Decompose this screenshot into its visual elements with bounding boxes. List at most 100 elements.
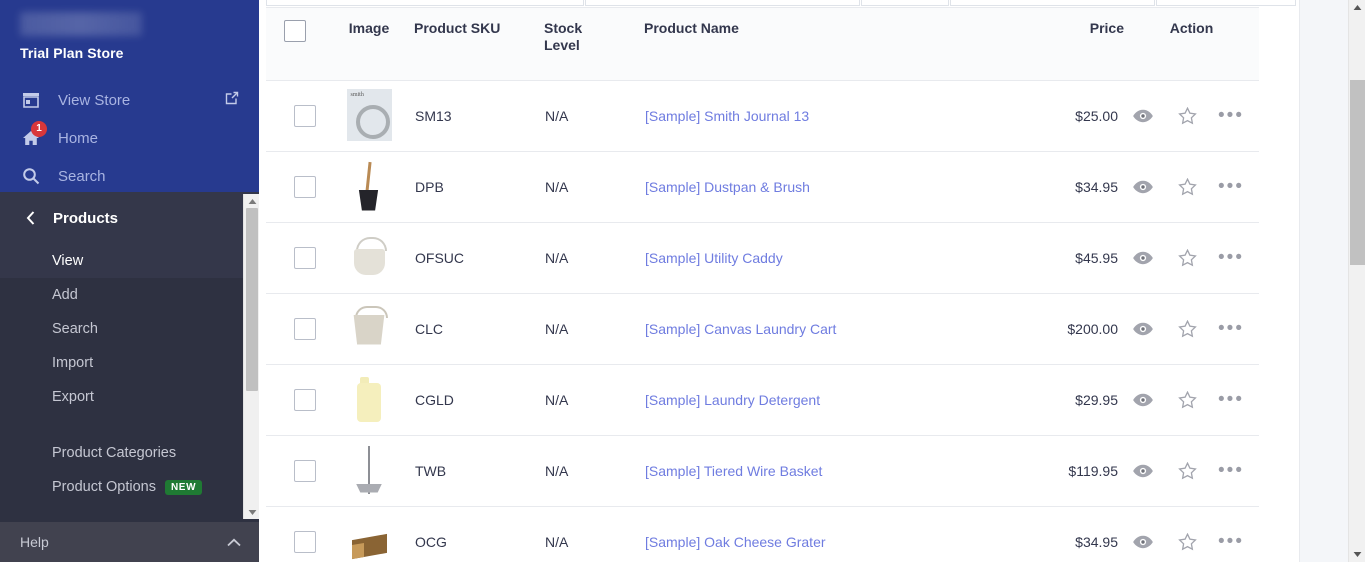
table-row: OFSUC N/A [Sample] Utility Caddy $45.95 ••• (266, 222, 1259, 294)
row-checkbox[interactable] (293, 460, 316, 482)
product-name-link[interactable]: [Sample] Smith Journal 13 (645, 108, 809, 124)
sidebar-item-add[interactable]: Add (0, 278, 259, 312)
eye-icon[interactable] (1133, 532, 1153, 552)
eye-icon[interactable] (1133, 106, 1153, 126)
product-name-link[interactable]: [Sample] Utility Caddy (645, 250, 783, 266)
table-header-row: Image Product SKU Stock Level Product Na… (266, 7, 1259, 81)
filter-field-2[interactable] (585, 0, 860, 6)
sidebar-item-label: Home (58, 129, 99, 147)
sidebar-item-label: Search (52, 321, 98, 337)
ellipsis-icon[interactable]: ••• (1218, 461, 1242, 481)
ellipsis-icon[interactable]: ••• (1218, 532, 1242, 552)
help-bar[interactable]: Help (0, 522, 259, 562)
row-image-cell (324, 151, 414, 223)
row-checkbox[interactable] (293, 389, 316, 411)
row-image-cell (324, 222, 414, 294)
sidebar-item-home[interactable]: 1 Home (0, 119, 259, 157)
sidebar-item-export[interactable]: Export (0, 380, 259, 414)
chevron-left-icon[interactable] (26, 211, 35, 225)
sidebar-item-import[interactable]: Import (0, 346, 259, 380)
row-checkbox[interactable] (293, 531, 316, 553)
row-checkbox[interactable] (293, 247, 316, 269)
eye-icon[interactable] (1133, 390, 1153, 410)
star-outline-icon[interactable] (1177, 177, 1197, 197)
eye-icon[interactable] (1133, 461, 1153, 481)
sidebar-item-label: Export (52, 389, 94, 405)
row-product-name-cell: [Sample] Tiered Wire Basket (644, 435, 984, 507)
sidebar-item-product-categories[interactable]: Product Categories (0, 436, 259, 470)
row-checkbox[interactable] (293, 176, 316, 198)
product-thumbnail-oak-cheese-grater (347, 515, 392, 562)
row-select-cell (266, 293, 324, 365)
sidebar-item-view[interactable]: View (0, 244, 259, 278)
product-name-link[interactable]: [Sample] Canvas Laundry Cart (645, 321, 836, 337)
sidebar-divider (0, 414, 259, 436)
row-product-name-cell: [Sample] Oak Cheese Grater (644, 506, 984, 562)
ellipsis-icon[interactable]: ••• (1218, 390, 1242, 410)
table-row: OCG N/A [Sample] Oak Cheese Grater $34.95 ••… (266, 506, 1259, 562)
filter-field-3[interactable] (861, 0, 949, 6)
sidebar-scrollbar[interactable] (243, 194, 259, 519)
scroll-up-arrow-icon[interactable] (1349, 0, 1365, 15)
page-scrollbar-thumb[interactable] (1350, 80, 1365, 265)
row-select-cell (266, 151, 324, 223)
row-price: $25.00 (984, 80, 1124, 152)
select-all-checkbox[interactable] (284, 20, 306, 42)
row-product-name-cell: [Sample] Utility Caddy (644, 222, 984, 294)
filter-field-4[interactable] (950, 0, 1155, 6)
table-row: SM13N/A[Sample] Smith Journal 13 $25.00 ••… (266, 80, 1259, 152)
scroll-down-arrow-icon[interactable] (244, 505, 259, 519)
chevron-up-icon[interactable] (227, 534, 241, 550)
star-outline-icon[interactable] (1177, 532, 1197, 552)
row-price: $29.95 (984, 364, 1124, 436)
product-thumbnail-utility-caddy (347, 231, 392, 283)
products-table: Image Product SKU Stock Level Product Na… (266, 7, 1259, 562)
star-outline-icon[interactable] (1177, 248, 1197, 268)
star-outline-icon[interactable] (1177, 319, 1197, 339)
product-name-link[interactable]: [Sample] Laundry Detergent (645, 392, 820, 408)
sidebar-header: Trial Plan Store View Store 1 Home Searc… (0, 0, 259, 192)
home-notification-badge: 1 (31, 121, 47, 137)
row-actions-cell: ••• (1124, 364, 1259, 436)
product-name-link[interactable]: [Sample] Oak Cheese Grater (645, 534, 826, 550)
row-actions-cell: ••• (1124, 80, 1259, 152)
product-name-link[interactable]: [Sample] Dustpan & Brush (645, 179, 810, 195)
star-outline-icon[interactable] (1177, 106, 1197, 126)
scroll-up-arrow-icon[interactable] (244, 194, 259, 208)
filter-field-5[interactable] (1156, 0, 1296, 6)
row-stock-level: N/A (544, 435, 644, 507)
sidebar-item-view-store[interactable]: View Store (0, 81, 259, 119)
star-outline-icon[interactable] (1177, 390, 1197, 410)
row-checkbox[interactable] (293, 105, 316, 127)
row-image-cell (324, 506, 414, 562)
sidebar-item-search-products[interactable]: Search (0, 312, 259, 346)
row-select-cell (266, 364, 324, 436)
external-link-icon[interactable] (225, 91, 239, 109)
header-stock-level-label: Stock Level (544, 20, 583, 53)
product-name-link[interactable]: [Sample] Tiered Wire Basket (645, 463, 822, 479)
row-price: $45.95 (984, 222, 1124, 294)
eye-icon[interactable] (1133, 177, 1153, 197)
product-thumbnail-dustpan-brush (347, 160, 392, 212)
page-scrollbar[interactable] (1348, 0, 1365, 562)
header-image: Image (324, 7, 414, 81)
product-thumbnail-tiered-wire-basket (347, 444, 392, 496)
ellipsis-icon[interactable]: ••• (1218, 248, 1242, 268)
sidebar-section-header[interactable]: Products (0, 192, 259, 244)
sidebar-item-product-options[interactable]: Product Options NEW (0, 470, 259, 504)
ellipsis-icon[interactable]: ••• (1218, 319, 1242, 339)
ellipsis-icon[interactable]: ••• (1218, 106, 1242, 126)
scroll-down-arrow-icon[interactable] (1349, 547, 1365, 562)
sidebar-item-search[interactable]: Search (0, 157, 259, 195)
content-pane: Image Product SKU Stock Level Product Na… (259, 0, 1300, 562)
eye-icon[interactable] (1133, 319, 1153, 339)
row-stock-level: N/A (544, 80, 644, 152)
sidebar-scrollbar-thumb[interactable] (246, 208, 258, 391)
star-outline-icon[interactable] (1177, 461, 1197, 481)
sidebar-item-label: Product Options (52, 479, 156, 495)
filter-field-1[interactable] (266, 0, 584, 6)
eye-icon[interactable] (1133, 248, 1153, 268)
row-checkbox[interactable] (293, 318, 316, 340)
row-sku: OCG (414, 506, 544, 562)
ellipsis-icon[interactable]: ••• (1218, 177, 1242, 197)
